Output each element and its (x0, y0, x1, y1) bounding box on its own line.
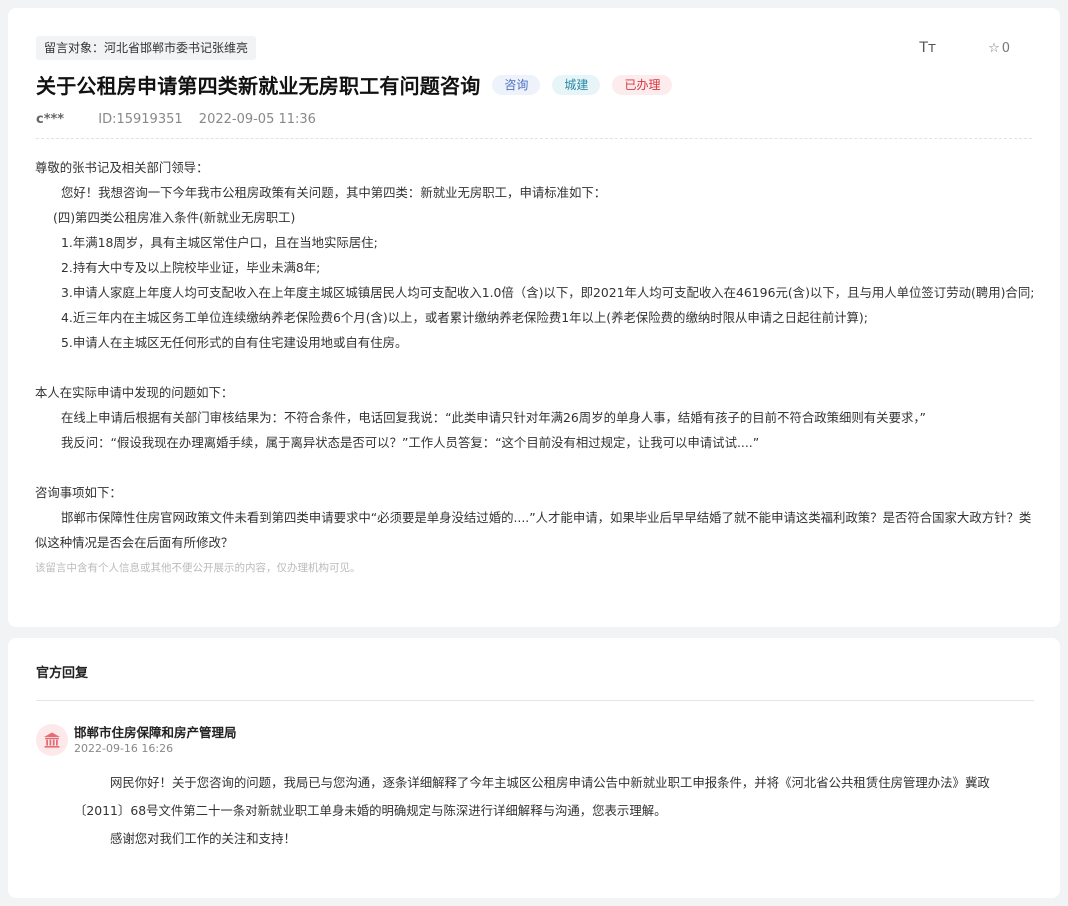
avatar (36, 724, 68, 756)
message-meta: c*** ID:15919351 2022-09-05 11:36 (36, 112, 316, 127)
tag-consult: 咨询 (492, 74, 541, 95)
reply-content: 网民你好！关于您咨询的问题，我局已与您沟通，逐条详细解释了今年主城区公租房申请公… (74, 769, 1036, 853)
status-badge: 已办理 (612, 74, 673, 95)
government-building-icon (44, 732, 60, 748)
content-paragraph: 1.年满18周岁，具有主城区常住户口，且在当地实际居住; (61, 235, 378, 250)
reply-paragraph: 网民你好！关于您咨询的问题，我局已与您沟通，逐条详细解释了今年主城区公租房申请公… (74, 775, 990, 818)
content-paragraph: 2.持有大中专及以上院校毕业证，毕业未满8年; (61, 260, 321, 275)
star-icon: ☆ (988, 40, 1000, 56)
content-paragraph: 5.申请人在主城区无任何形式的自有住宅建设用地或自有住房。 (61, 335, 408, 350)
content-paragraph: 在线上申请后根据有关部门审核结果为：不符合条件，电话回复我说：“此类申请只针对年… (61, 410, 926, 425)
content-paragraph: 咨询事项如下： (35, 485, 122, 500)
reply-section-title: 官方回复 (36, 666, 89, 681)
reply-time: 2022-09-16 16:26 (74, 742, 174, 755)
toolbar: Tт ☆ 0 (919, 40, 1010, 56)
message-id: ID:15919351 (98, 112, 183, 127)
content-paragraph: 邯郸市保障性住房官网政策文件未看到第四类申请要求中“必须要是单身没结过婚的...… (35, 510, 1032, 550)
divider (36, 700, 1034, 701)
reply-paragraph: 感谢您对我们工作的关注和支持！ (110, 831, 296, 846)
message-target: 留言对象：河北省邯郸市委书记张维亮 (36, 36, 257, 60)
content-paragraph: 4.近三年内在主城区务工单位连续缴纳养老保险费6个月(含)以上，或者累计缴纳养老… (61, 310, 868, 325)
official-reply-card: 官方回复 邯郸市住房保障和房产管理局 2022-09-16 16:26 网民你好… (8, 638, 1060, 898)
author-name: c*** (36, 112, 65, 127)
content-paragraph: 我反问：“假设我现在办理离婚手续，属于离异状态是否可以？”工作人员答复：“这个目… (61, 435, 760, 450)
divider (36, 138, 1032, 139)
font-size-icon[interactable]: Tт (919, 40, 936, 56)
message-card: 留言对象：河北省邯郸市委书记张维亮 Tт ☆ 0 关于公租房申请第四类新就业无房职… (8, 8, 1060, 627)
content-paragraph: 3.申请人家庭上年度人均可支配收入在上年度主城区城镇居民人均可支配收入1.0倍（… (61, 285, 1035, 300)
message-content: 尊敬的张书记及相关部门领导： 您好！我想咨询一下今年我市公租房政策有关问题，其中… (35, 155, 1035, 577)
content-paragraph: 本人在实际申请中发现的问题如下： (35, 385, 234, 400)
favorite-button[interactable]: ☆ 0 (988, 41, 1010, 56)
page-title: 关于公租房申请第四类新就业无房职工有问题咨询 (36, 74, 481, 98)
content-paragraph: 您好！我想咨询一下今年我市公租房政策有关问题，其中第四类：新就业无房职工，申请标… (61, 185, 607, 200)
title-row: 关于公租房申请第四类新就业无房职工有问题咨询 咨询 城建 已办理 (36, 70, 673, 99)
message-date: 2022-09-05 11:36 (198, 112, 316, 127)
content-paragraph: (四)第四类公租房准入条件(新就业无房职工) (53, 210, 296, 225)
department-name: 邯郸市住房保障和房产管理局 (74, 725, 237, 740)
tag-city-construction: 城建 (552, 74, 601, 95)
privacy-notice: 该留言中含有个人信息或其他不便公开展示的内容，仅办理机构可见。 (35, 562, 361, 574)
content-paragraph: 尊敬的张书记及相关部门领导： (35, 160, 209, 175)
favorite-count: 0 (1001, 40, 1010, 56)
